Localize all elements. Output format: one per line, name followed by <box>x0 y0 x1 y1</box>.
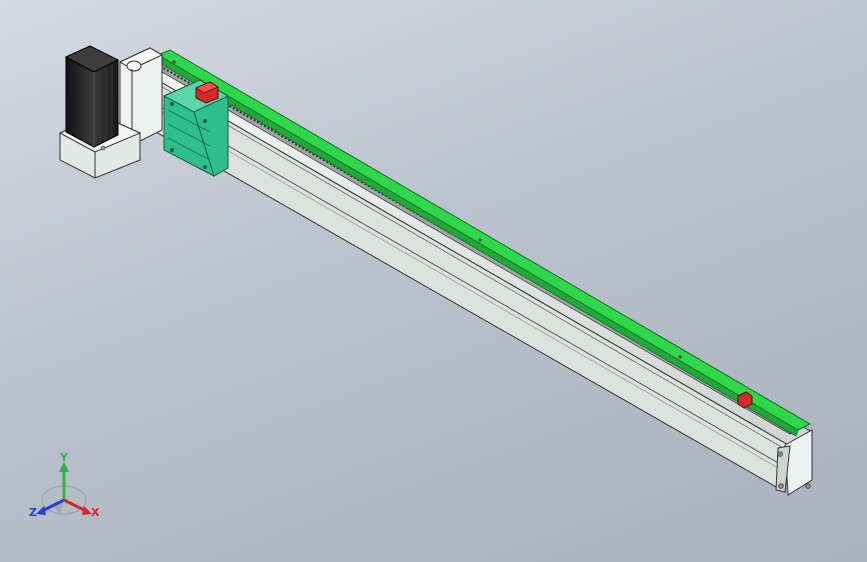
x-axis-label: X <box>91 506 100 519</box>
z-axis-label: Z <box>29 506 37 519</box>
linear-actuator-model[interactable]: Y X Z <box>0 0 867 562</box>
z-axis-arrow <box>36 506 46 515</box>
stop-block-right[interactable] <box>737 391 753 409</box>
actuator-body[interactable] <box>134 57 813 493</box>
y-axis-label: Y <box>59 451 69 464</box>
3d-viewport[interactable]: Y X Z <box>0 0 867 562</box>
guide-rail[interactable] <box>155 49 812 437</box>
servo-motor[interactable] <box>64 45 120 148</box>
coordinate-triad: Y X Z <box>29 451 100 519</box>
